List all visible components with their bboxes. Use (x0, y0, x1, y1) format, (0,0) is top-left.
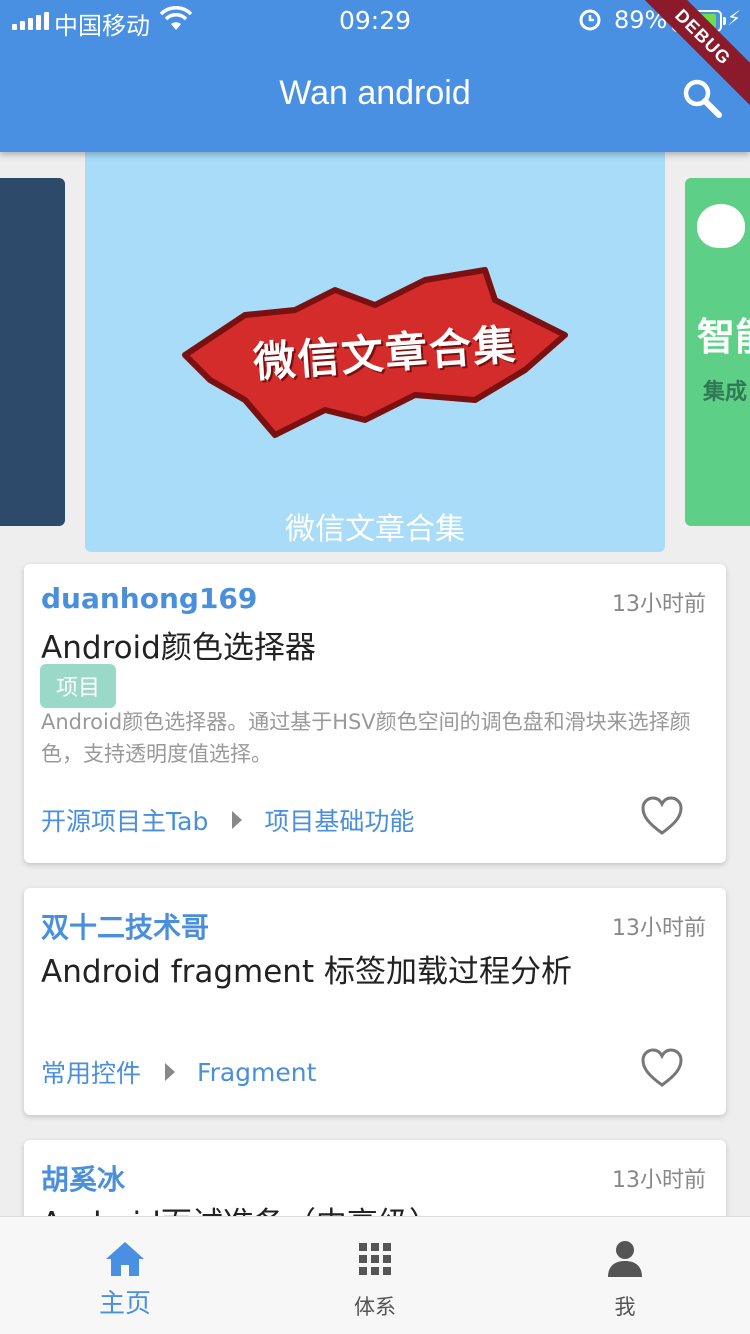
page-title: Wan android (279, 74, 471, 112)
tab-home-label: 主页 (98, 1289, 151, 1319)
banner-next-subtitle: 集成 (703, 380, 748, 405)
article-author[interactable]: duanhong169 (41, 582, 257, 615)
banner-caption: 微信文章合集 (285, 512, 465, 547)
home-icon (106, 1242, 144, 1276)
tab-profile[interactable]: 我 (500, 1217, 750, 1334)
charging-icon: ⚡ (727, 6, 742, 30)
article-author[interactable]: 双十二技术哥 (41, 906, 209, 946)
heart-icon[interactable] (640, 796, 684, 836)
tab-system[interactable]: 体系 (250, 1217, 500, 1334)
article-description: Android颜色选择器。通过基于HSV颜色空间的调色盘和滑块来选择颜色，支持透… (41, 710, 691, 766)
article-subchapter[interactable]: 项目基础功能 (264, 802, 414, 838)
article-chapters: 常用控件 Fragment (41, 1054, 316, 1090)
article-time: 13小时前 (612, 916, 706, 941)
article-tag: 项目 (40, 664, 117, 708)
search-icon[interactable] (680, 76, 724, 120)
banner-next-title: 智能 (697, 315, 750, 359)
person-icon (608, 1241, 642, 1277)
article-title[interactable]: Android fragment 标签加载过程分析 (41, 946, 572, 991)
grid-icon (359, 1243, 391, 1275)
app-bar: 中国移动 09:29 89% ⚡ Wan android (0, 0, 750, 152)
article-chapter[interactable]: 开源项目主Tab (41, 802, 208, 838)
chevron-right-icon (165, 1063, 176, 1081)
tab-home[interactable]: 主页 (0, 1217, 250, 1334)
article-chapter[interactable]: 常用控件 (41, 1054, 141, 1090)
article-chapters: 开源项目主Tab 项目基础功能 (41, 802, 414, 838)
chevron-right-icon (232, 811, 243, 829)
article-time: 13小时前 (612, 1168, 706, 1193)
article-card[interactable]: duanhong169 13小时前 Android颜色选择器 项目 Androi… (24, 564, 726, 863)
tab-system-label: 体系 (354, 1295, 396, 1319)
tab-profile-label: 我 (614, 1295, 636, 1319)
banner-prev-slide[interactable] (0, 178, 65, 526)
bottom-navigation: 主页 体系 我 (0, 1216, 750, 1334)
heart-icon[interactable] (640, 1048, 684, 1088)
status-bar: 中国移动 09:29 89% ⚡ (0, 0, 750, 40)
banner-slide[interactable]: 微信文章合集 微信文章合集 (85, 152, 665, 552)
article-time: 13小时前 (612, 592, 706, 617)
article-subchapter[interactable]: Fragment (197, 1058, 316, 1087)
article-title[interactable]: Android颜色选择器 (41, 622, 316, 667)
alarm-icon (579, 9, 601, 31)
banner-next-slide[interactable]: 智能 集成 (685, 178, 750, 526)
article-author[interactable]: 胡奚冰 (41, 1158, 125, 1198)
bear-logo-icon (697, 204, 745, 248)
article-card[interactable]: 双十二技术哥 13小时前 Android fragment 标签加载过程分析 常… (24, 888, 726, 1115)
